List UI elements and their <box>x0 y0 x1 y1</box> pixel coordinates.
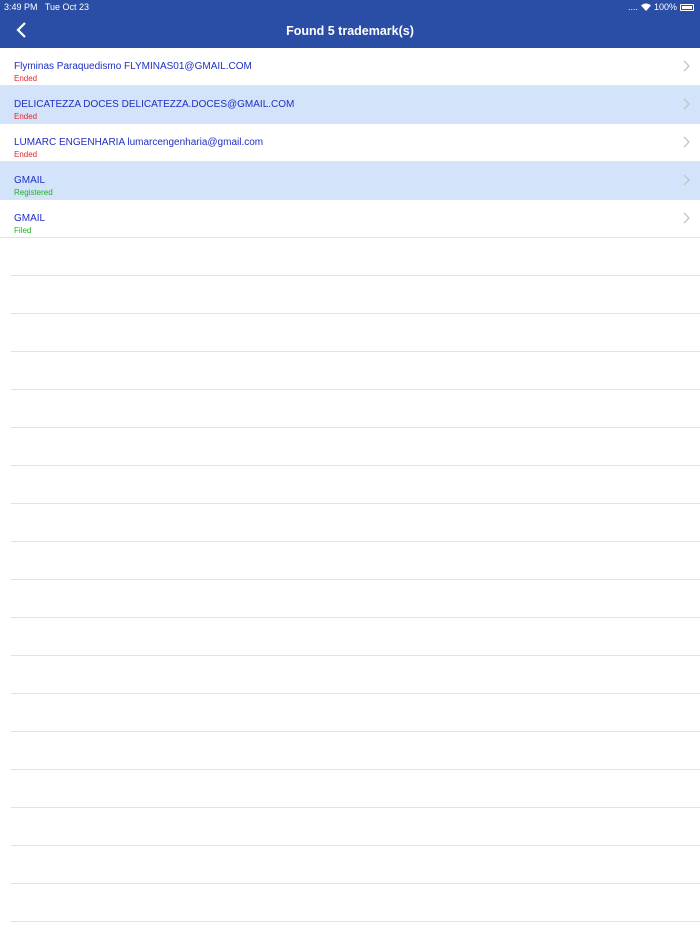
trademark-name: LUMARC ENGENHARIA lumarcengenharia@gmail… <box>14 137 264 148</box>
trademark-status: Filed <box>14 226 32 235</box>
trademark-row[interactable]: Flyminas Paraquedismo FLYMINAS01@GMAIL.C… <box>0 48 700 86</box>
battery-percent: 100% <box>653 2 677 12</box>
empty-row <box>11 466 700 504</box>
empty-row <box>11 618 700 656</box>
empty-row <box>11 542 700 580</box>
chevron-right-icon <box>683 60 690 72</box>
empty-row <box>11 276 700 314</box>
trademark-row[interactable]: LUMARC ENGENHARIA lumarcengenharia@gmail… <box>0 124 700 162</box>
trademark-name: GMAIL <box>14 213 46 224</box>
empty-row <box>11 694 700 732</box>
status-indicators: .... 100% <box>628 2 694 12</box>
chevron-right-icon <box>683 174 690 186</box>
empty-row <box>11 428 700 466</box>
wifi-icon <box>640 3 651 11</box>
empty-row <box>11 884 700 922</box>
empty-row <box>11 732 700 770</box>
trademark-name: Flyminas Paraquedismo FLYMINAS01@GMAIL.C… <box>14 61 252 72</box>
trademark-name: GMAIL <box>14 175 46 186</box>
empty-row <box>11 314 700 352</box>
empty-row <box>11 580 700 618</box>
chevron-right-icon <box>683 136 690 148</box>
trademark-list: Flyminas Paraquedismo FLYMINAS01@GMAIL.C… <box>0 48 700 922</box>
trademark-row[interactable]: DELICATEZZA DOCES DELICATEZZA.DOCES@GMAI… <box>0 86 700 124</box>
trademark-status: Ended <box>14 112 38 121</box>
empty-row <box>11 770 700 808</box>
signal-icon: .... <box>627 2 638 12</box>
trademark-row[interactable]: GMAIL Filed <box>0 200 700 238</box>
navigation-bar: 3:49 PM Tue Oct 23 .... 100% Found 5 tra… <box>0 0 700 48</box>
trademark-status: Ended <box>14 150 38 159</box>
status-time: 3:49 PM Tue Oct 23 <box>4 2 89 12</box>
empty-row <box>11 504 700 542</box>
empty-row <box>11 238 700 276</box>
battery-icon <box>680 3 694 11</box>
empty-row <box>11 352 700 390</box>
trademark-status: Ended <box>14 74 38 83</box>
time: 3:49 PM <box>4 2 38 12</box>
empty-row <box>11 846 700 884</box>
empty-row <box>11 390 700 428</box>
chevron-right-icon <box>683 212 690 224</box>
chevron-right-icon <box>683 98 690 110</box>
date: Tue Oct 23 <box>44 2 90 12</box>
trademark-row[interactable]: GMAIL Registered <box>0 162 700 200</box>
empty-row <box>11 808 700 846</box>
empty-row <box>11 656 700 694</box>
trademark-name: DELICATEZZA DOCES DELICATEZZA.DOCES@GMAI… <box>14 99 295 110</box>
page-title: Found 5 trademark(s) <box>286 24 414 38</box>
trademark-status: Registered <box>14 188 53 197</box>
